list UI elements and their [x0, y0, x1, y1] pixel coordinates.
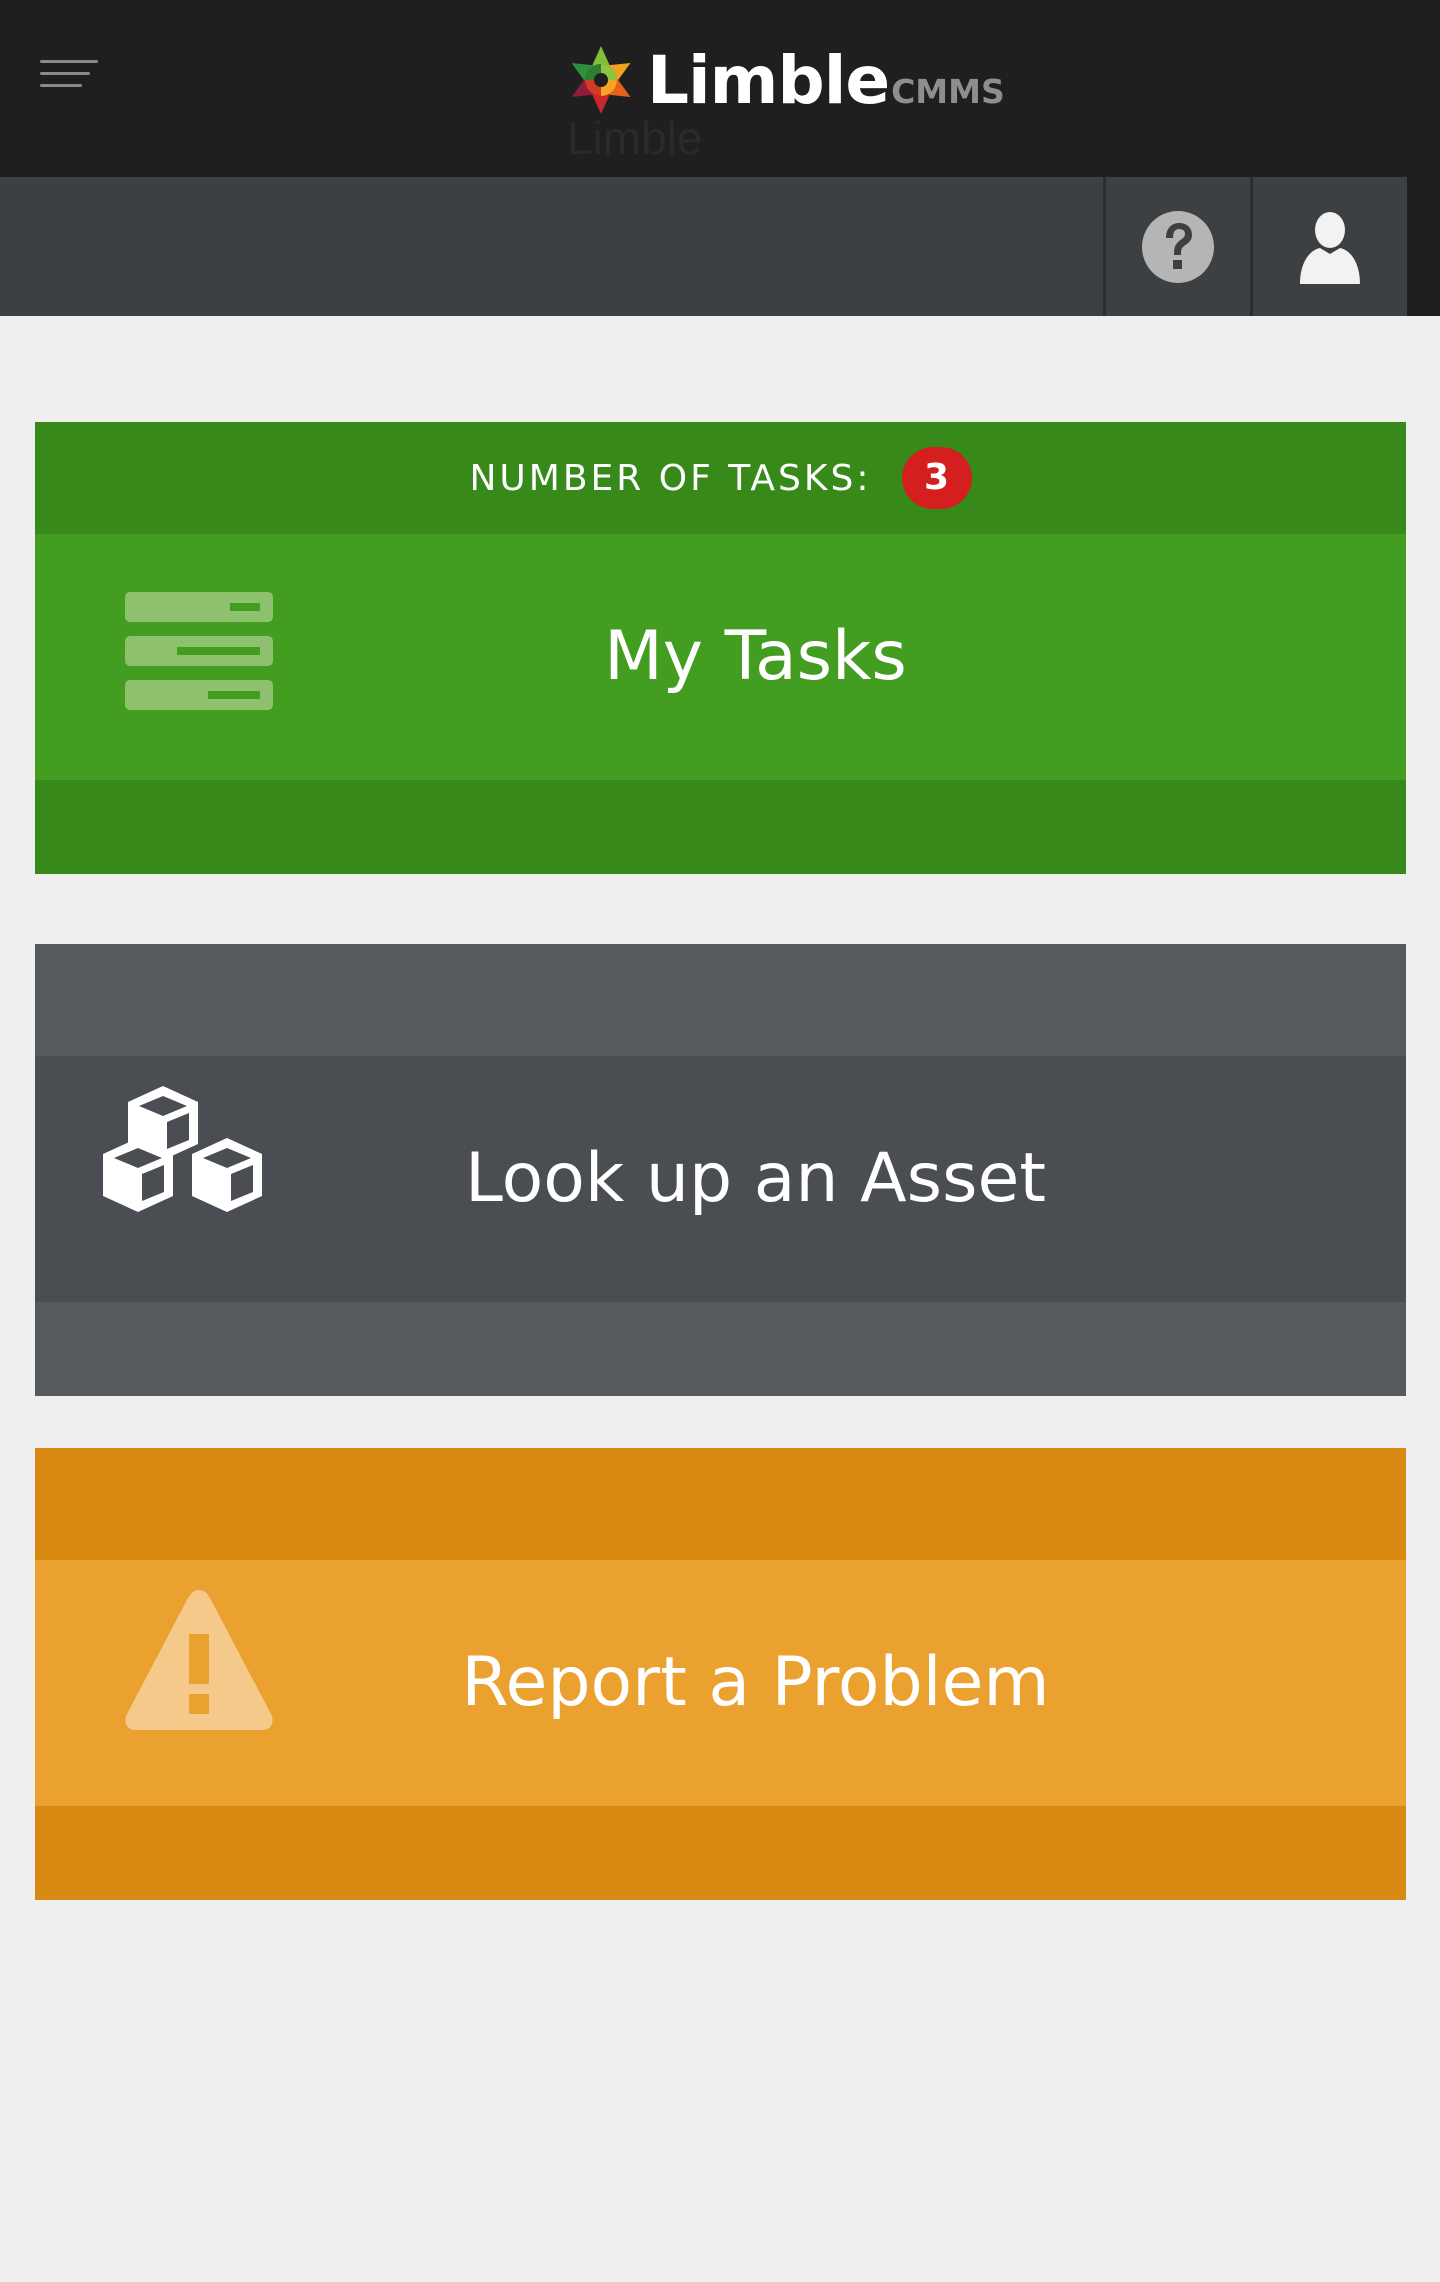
toolbar: [0, 177, 1440, 316]
task-count-label: NUMBER OF TASKS:: [469, 457, 872, 499]
top-header: Limble CMMS Limble: [0, 0, 1440, 177]
my-tasks-label: My Tasks: [604, 617, 907, 696]
question-circle-icon: [1142, 210, 1214, 283]
my-tasks-card[interactable]: NUMBER OF TASKS: 3 My Tasks: [35, 422, 1406, 874]
gear-logo-icon: [571, 46, 631, 114]
toolbar-edge: [1407, 177, 1440, 316]
logo-suffix: CMMS: [891, 72, 1005, 111]
hamburger-menu-icon[interactable]: [40, 54, 100, 94]
task-count-badge: 3: [901, 447, 972, 509]
limble-logo[interactable]: Limble CMMS: [565, 36, 1005, 116]
help-button[interactable]: [1103, 177, 1250, 316]
look-up-asset-label: Look up an Asset: [464, 1139, 1047, 1218]
look-up-asset-card[interactable]: Look up an Asset: [35, 944, 1406, 1396]
report-problem-card[interactable]: Report a Problem: [35, 1448, 1406, 1900]
report-problem-label: Report a Problem: [461, 1643, 1050, 1722]
user-profile-button[interactable]: [1250, 177, 1410, 316]
task-count-header: NUMBER OF TASKS: 3: [35, 422, 1406, 534]
ghost-title: Limble: [567, 112, 703, 164]
logo-wordmark: Limble: [647, 42, 890, 119]
user-silhouette-icon: [1300, 211, 1360, 284]
